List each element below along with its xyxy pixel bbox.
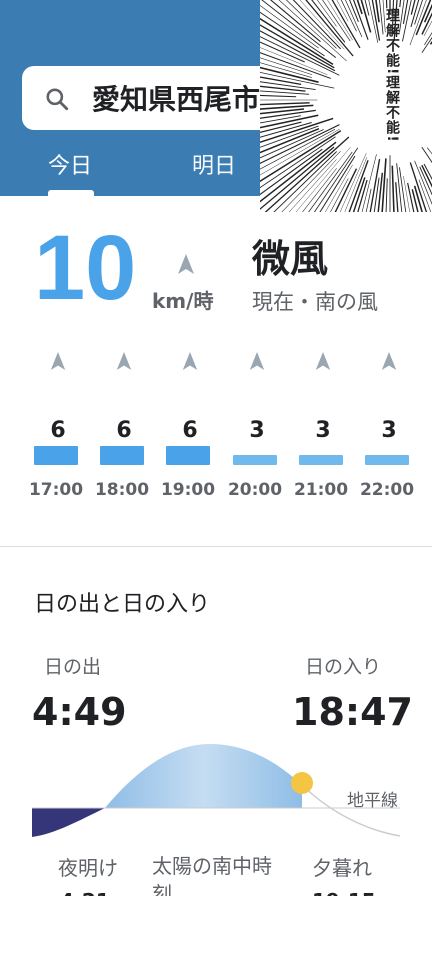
wind-direction-icon <box>116 352 132 370</box>
hourly-time: 20:00 <box>227 480 283 500</box>
search-icon <box>46 88 69 111</box>
wind-direction-icon <box>50 352 66 370</box>
wind-speed-value: 10 <box>34 217 137 319</box>
hourly-wind-value: 3 <box>381 418 397 443</box>
speed-line <box>345 0 363 38</box>
hourly-item: 6 18:00 <box>94 350 154 500</box>
dusk-time: 19:15 <box>312 888 376 896</box>
search-input[interactable]: 愛知県西尾市 <box>92 78 260 118</box>
section-title: 日の出と日の入り <box>34 592 211 617</box>
hourly-item: 3 21:00 <box>293 350 353 500</box>
wind-speed-unit: km/時 <box>152 289 214 313</box>
hourly-wind-bar <box>34 446 78 465</box>
hourly-wind-value: 6 <box>182 418 198 443</box>
hourly-time: 19:00 <box>160 480 216 500</box>
speed-line <box>421 164 432 188</box>
hourly-item: 6 17:00 <box>28 350 88 500</box>
tab-indicator <box>48 190 94 196</box>
section-divider <box>0 546 432 547</box>
dawn-time: 4:21 <box>60 888 110 896</box>
wind-direction-icon <box>182 352 198 370</box>
sunrise-label: 日の出 <box>44 656 102 678</box>
hourly-item: 6 19:00 <box>160 350 220 500</box>
hourly-wind-value: 3 <box>249 418 265 443</box>
speed-line <box>261 0 337 59</box>
hourly-wind-bar <box>365 455 409 465</box>
speed-line <box>399 167 407 212</box>
dawn-label: 夜明け <box>58 856 118 880</box>
speed-line <box>260 41 305 63</box>
horizon-label: 地平線 <box>347 791 398 811</box>
hourly-time: 18:00 <box>94 480 150 500</box>
sunrise-time: 4:49 <box>32 690 127 734</box>
speed-line <box>260 146 335 210</box>
hourly-wind-bar <box>166 446 210 465</box>
manga-overlay-image <box>260 0 432 212</box>
wind-description: 微風 <box>252 237 329 281</box>
hourly-time: 21:00 <box>293 480 349 500</box>
sun-icon <box>291 772 313 794</box>
tab-tomorrow[interactable]: 明日 <box>192 148 236 180</box>
overlay-caption: 理解不能!理解不能! <box>384 8 400 143</box>
blank-area <box>0 896 432 960</box>
wind-direction-icon <box>381 352 397 370</box>
night-area <box>32 808 105 837</box>
wind-direction-text: 現在・南の風 <box>252 290 378 314</box>
dusk-label: 夕暮れ <box>312 856 372 880</box>
hourly-wind-value: 6 <box>50 418 66 443</box>
sunset-label: 日の入り <box>305 656 382 678</box>
hourly-wind-bar <box>233 455 277 465</box>
speed-line <box>407 182 415 212</box>
hourly-item: 3 20:00 <box>227 350 287 500</box>
hourly-wind-value: 6 <box>116 418 132 443</box>
hourly-wind-bar <box>299 455 343 465</box>
tab-today[interactable]: 今日 <box>48 148 92 180</box>
wind-direction-icon <box>178 254 194 274</box>
wind-direction-icon <box>249 352 265 370</box>
hourly-time: 17:00 <box>28 480 84 500</box>
hourly-item: 3 22:00 <box>359 350 419 500</box>
sunset-time: 18:47 <box>292 690 413 734</box>
hourly-time: 22:00 <box>359 480 415 500</box>
daylight-area <box>105 744 302 808</box>
hourly-wind-value: 3 <box>315 418 331 443</box>
hourly-wind-bar <box>100 446 144 465</box>
wind-direction-icon <box>315 352 331 370</box>
speed-line <box>322 0 351 42</box>
speed-line <box>381 158 387 212</box>
speed-lines-graphic <box>260 0 432 212</box>
